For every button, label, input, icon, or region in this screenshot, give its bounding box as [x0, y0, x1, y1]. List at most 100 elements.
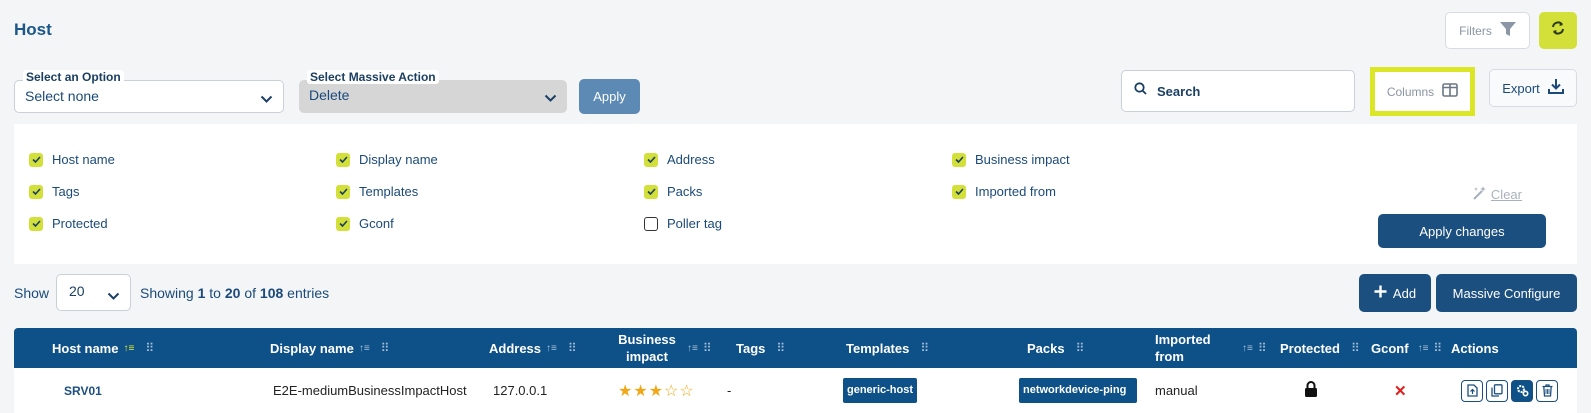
search-input[interactable] [1157, 83, 1337, 99]
drag-handle-icon[interactable]: ⠿ [1351, 340, 1360, 357]
star-empty-icon: ☆ [664, 382, 680, 400]
configure-button[interactable] [1511, 379, 1533, 402]
columns-panel: Host name Display name Address Business … [14, 124, 1577, 264]
header-label: Tags [736, 340, 766, 356]
trash-icon [1542, 384, 1552, 397]
sort-icon[interactable]: ↑≡ [123, 340, 134, 357]
column-checkbox-tags[interactable]: Tags [29, 184, 79, 199]
checkbox-checked[interactable] [952, 184, 966, 199]
chevron-down-icon [107, 288, 120, 306]
sort-icon[interactable]: ↑≡ [359, 340, 370, 357]
page-size-value: 20 [69, 283, 85, 299]
checkbox-checked[interactable] [29, 152, 43, 167]
checkbox-checked[interactable] [644, 184, 658, 199]
duplicate-button[interactable] [1486, 379, 1508, 402]
page-size-select[interactable]: 20 [56, 274, 131, 311]
drag-handle-icon[interactable]: ⠿ [145, 340, 154, 357]
column-checkbox-host-name[interactable]: Host name [29, 152, 115, 167]
drag-handle-icon[interactable]: ⠿ [703, 340, 712, 357]
column-header-gconf[interactable]: Gconf ↑≡ ⠿ [1371, 328, 1442, 368]
column-checkbox-protected[interactable]: Protected [29, 216, 108, 231]
entries-to: 20 [224, 285, 241, 301]
cell-tags: - [727, 383, 732, 398]
option-select[interactable]: Select none [14, 80, 284, 113]
clear-link[interactable]: Clear [1472, 185, 1522, 204]
header-label: Host name [52, 340, 119, 356]
drag-handle-icon[interactable]: ⠿ [381, 340, 390, 357]
cell-imported-from: manual [1155, 383, 1198, 398]
column-checkbox-gconf[interactable]: Gconf [336, 216, 394, 231]
refresh-icon [1551, 21, 1565, 40]
page-title: Host [14, 20, 52, 39]
column-checkbox-packs[interactable]: Packs [644, 184, 702, 199]
cell-gconf: ✕ [1394, 368, 1407, 413]
columns-button[interactable]: Columns [1370, 67, 1475, 116]
export-row-button[interactable] [1461, 379, 1483, 402]
drag-handle-icon[interactable]: ⠿ [920, 340, 929, 357]
sort-icon[interactable]: ↑≡ [1418, 340, 1429, 357]
column-header-imported-from[interactable]: Imported from ↑≡ ⠿ [1155, 328, 1267, 368]
columns-label: Columns [1386, 84, 1435, 99]
cell-display-name: E2E-mediumBusinessImpactHost [273, 383, 467, 398]
lock-icon [1304, 381, 1318, 400]
drag-handle-icon[interactable]: ⠿ [1076, 340, 1085, 357]
plus-icon [1374, 285, 1387, 301]
massive-action-select[interactable]: Delete [299, 80, 567, 113]
checkbox-checked[interactable] [644, 152, 658, 167]
checkbox-label: Packs [667, 184, 703, 199]
checkbox-checked[interactable] [336, 216, 350, 231]
cell-templates: generic-host [843, 368, 918, 413]
drag-handle-icon[interactable]: ⠿ [568, 340, 577, 357]
column-checkbox-address[interactable]: Address [644, 152, 715, 167]
delete-button[interactable] [1536, 379, 1558, 402]
entries-from: 1 [197, 285, 206, 301]
drag-handle-icon[interactable]: ⠿ [1433, 340, 1442, 357]
column-header-packs[interactable]: Packs ⠿ [1027, 328, 1085, 368]
refresh-button[interactable] [1539, 12, 1577, 49]
column-checkbox-display-name[interactable]: Display name [336, 152, 438, 167]
column-checkbox-templates[interactable]: Templates [336, 184, 418, 199]
drag-handle-icon[interactable]: ⠿ [1258, 340, 1267, 357]
export-label: Export [1502, 80, 1540, 96]
entries-info: Showing 1 to 20 of 108 entries [140, 285, 329, 301]
checkbox-checked[interactable] [29, 216, 43, 231]
checkbox-checked[interactable] [336, 152, 350, 167]
add-button[interactable]: Add [1359, 274, 1431, 312]
column-header-tags[interactable]: Tags ⠿ [736, 328, 785, 368]
table-header: Host name ↑≡ ⠿ Display name ↑≡ ⠿ Address… [14, 328, 1577, 368]
pack-tag[interactable]: networkdevice-ping [1019, 378, 1137, 403]
column-header-address[interactable]: Address ↑≡ ⠿ [489, 328, 577, 368]
add-label: Add [1392, 285, 1417, 301]
sort-icon[interactable]: ↑≡ [546, 340, 557, 357]
massive-action-value: Delete [309, 87, 350, 103]
file-export-icon [1466, 384, 1478, 397]
column-header-display-name[interactable]: Display name ↑≡ ⠿ [270, 328, 390, 368]
massive-configure-button[interactable]: Massive Configure [1436, 274, 1577, 312]
export-button[interactable]: Export [1489, 69, 1577, 107]
column-header-business-impact[interactable]: Business impact ↑≡ ⠿ [616, 328, 712, 368]
show-label: Show [14, 285, 50, 301]
checkbox-label: Host name [52, 152, 115, 167]
sort-icon[interactable]: ↑≡ [1242, 340, 1253, 357]
cell-host-name[interactable]: SRV01 [64, 368, 102, 413]
checkbox-checked[interactable] [29, 184, 43, 199]
filters-button[interactable]: Filters [1445, 12, 1530, 49]
checkbox-unchecked[interactable] [644, 216, 658, 231]
column-header-protected[interactable]: Protected ⠿ [1280, 328, 1360, 368]
search-box[interactable] [1121, 70, 1355, 112]
cell-business-impact: ★★★☆☆ [618, 368, 695, 413]
column-checkbox-poller-tag[interactable]: Poller tag [644, 216, 722, 231]
column-header-templates[interactable]: Templates ⠿ [846, 328, 929, 368]
apply-changes-button[interactable]: Apply changes [1378, 214, 1546, 248]
checkbox-checked[interactable] [336, 184, 350, 199]
host-name-link[interactable]: SRV01 [64, 384, 102, 398]
checkbox-checked[interactable] [952, 152, 966, 167]
drag-handle-icon[interactable]: ⠿ [776, 340, 785, 357]
column-checkbox-imported-from[interactable]: Imported from [952, 184, 1056, 199]
sort-icon[interactable]: ↑≡ [687, 340, 698, 357]
template-tag[interactable]: generic-host [843, 378, 918, 403]
column-checkbox-business-impact[interactable]: Business impact [952, 152, 1070, 167]
apply-button[interactable]: Apply [579, 79, 640, 114]
header-label: Imported from [1155, 332, 1211, 364]
column-header-host-name[interactable]: Host name ↑≡ ⠿ [52, 328, 154, 368]
